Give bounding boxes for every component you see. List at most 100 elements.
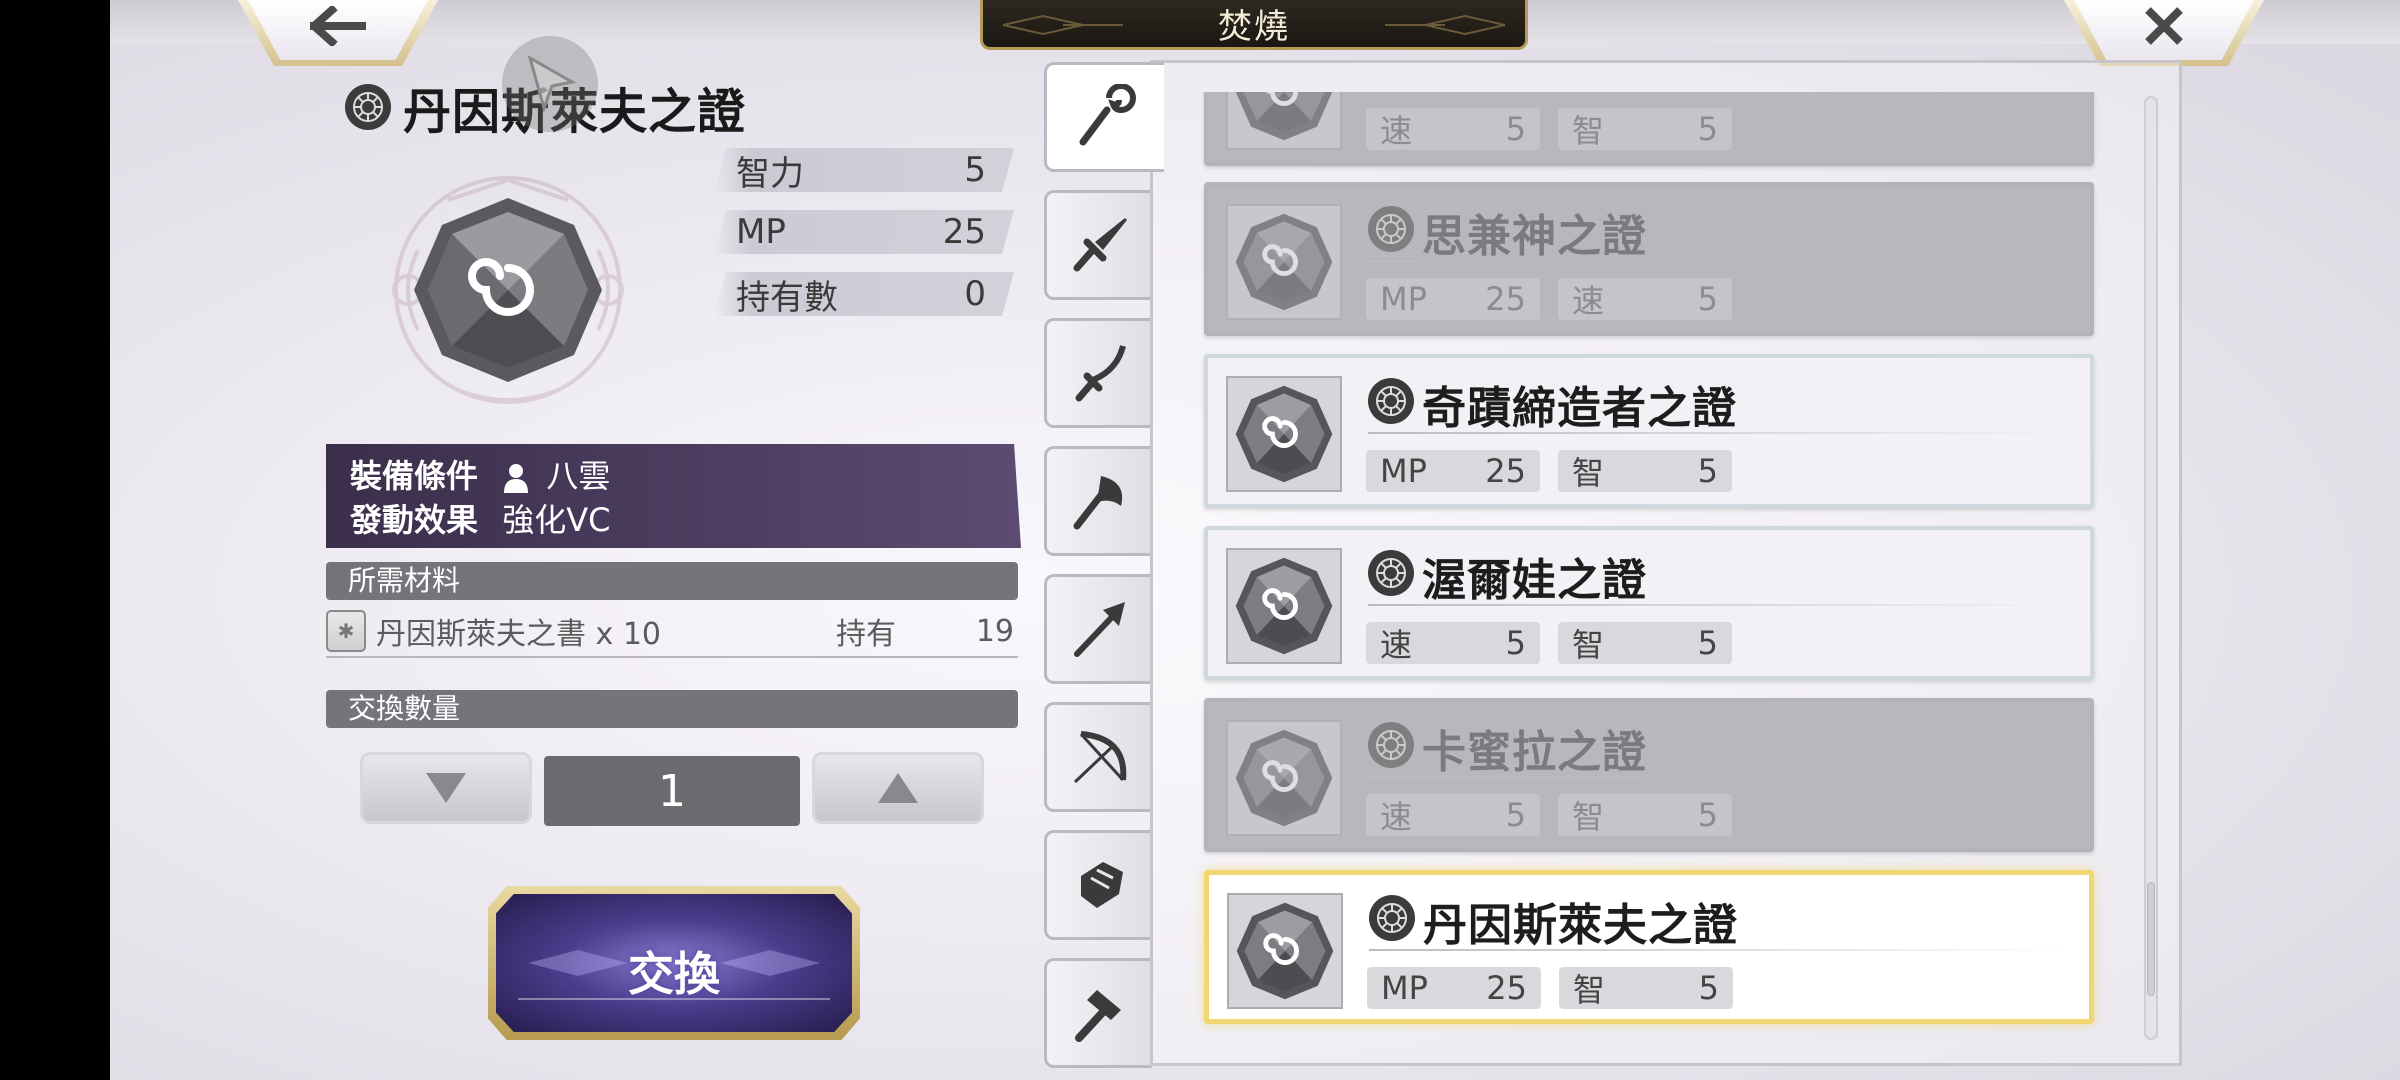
stat-label: MP [1381,969,1428,1007]
exchange-button[interactable]: 交換 [488,886,860,1040]
item-gem-icon [1226,204,1342,320]
increase-quantity-button[interactable] [812,752,984,824]
item-list[interactable]: 速5 智5 思兼神之證 MP 25 速5 奇蹟締造者之證 MP 25 智 5 渥… [1190,92,2110,1044]
materials-header: 所需材料 [326,562,1018,600]
stat-pill: MP 25 [1367,967,1541,1009]
stat-value: 5 [1505,796,1526,834]
decrease-quantity-button[interactable] [360,752,532,824]
divider [1368,604,2068,606]
tab-fist[interactable] [1044,830,1152,940]
equip-condition-label: 裝備條件 [350,457,479,495]
stat-pill: 智5 [1558,108,1732,150]
item-gem-icon [1226,548,1342,664]
list-item-name: 奇蹟締造者之證 [1422,383,1737,434]
left-arrow-icon [238,4,438,56]
stat-value: 5 [1698,969,1719,1007]
list-item-name: 思兼神之證 [1422,211,1647,262]
list-item[interactable]: 卡蜜拉之證 速5 智5 [1204,698,2094,852]
list-item[interactable]: 奇蹟締造者之證 MP 25 智5 [1204,354,2094,508]
list-item[interactable]: 丹因斯萊夫之證 MP 25 智5 [1204,870,2094,1024]
item-gem-icon [1226,92,1342,150]
title-ornament-icon [1385,14,1505,36]
divider [1368,260,2068,262]
equip-condition-value: 八雲 [546,457,611,495]
equip-info-box: 裝備條件 八雲 發動效果 強化VC [326,444,1021,548]
stat-pill: 速5 [1366,108,1540,150]
list-item-name: 丹因斯萊夫之證 [1423,900,1738,951]
material-name: 丹因斯萊夫之書 x 10 [376,617,661,652]
divider [1368,432,2068,434]
tab-katana[interactable] [1044,318,1152,428]
fist-icon [1080,862,1123,908]
stat-value: 5 [964,150,986,190]
stat-mp: MP 25 [714,210,1014,254]
list-item-name: 渥爾娃之證 [1422,555,1647,606]
title-ornament-icon [1003,14,1123,36]
stat-pill: 速5 [1366,794,1540,836]
katana-icon [1075,345,1126,402]
stat-value: 25 [1485,280,1526,318]
scrollbar-thumb[interactable] [2147,882,2155,996]
screen-title-plate: 焚燒 [980,0,1528,50]
divider [1368,776,2068,778]
tab-staff[interactable] [1044,62,1164,172]
effect-label: 發動效果 [350,501,479,539]
stat-value: 0 [964,274,986,314]
stat-label: 智 [1573,971,1606,1009]
screen-title: 焚燒 [1218,7,1290,47]
stat-pill: 速5 [1366,622,1540,664]
stat-int: 智力 5 [714,148,1014,192]
list-scrollbar[interactable] [2144,96,2158,1040]
stat-value: 5 [1697,280,1718,318]
seal-emblem-icon [1368,378,1414,424]
stat-value: 5 [1697,452,1718,490]
list-item[interactable]: 渥爾娃之證 速5 智5 [1204,526,2094,680]
stat-pill: 智5 [1558,450,1732,492]
stat-value: 25 [1486,969,1527,1007]
stat-label: 速 [1380,798,1413,836]
stat-label: 速 [1572,282,1605,320]
stat-label: MP [1380,452,1427,490]
stat-pill: 速5 [1558,278,1732,320]
tab-sword[interactable] [1044,190,1152,300]
stat-value: 5 [1697,110,1718,148]
stat-pill: 智5 [1558,794,1732,836]
divider [1369,949,2069,951]
material-owned-label: 持有 [836,617,896,652]
back-button[interactable] [238,0,438,66]
triangle-down-icon [426,773,466,803]
quantity-header: 交換數量 [326,690,1018,728]
seal-emblem-icon [1368,206,1414,252]
effect-value: 強化VC [502,501,611,539]
stat-label: MP [1380,280,1427,318]
quantity-value: 1 [544,756,800,826]
tab-hammer[interactable] [1044,958,1152,1068]
stat-label: 速 [1380,626,1413,664]
axe-icon [1073,476,1122,530]
stat-label: 智 [1572,626,1605,664]
hammer-icon [1074,990,1121,1042]
tab-bow[interactable] [1044,702,1152,812]
sword-icon [1073,218,1127,272]
stat-pill: 智5 [1558,622,1732,664]
stat-pill: MP 25 [1366,450,1540,492]
staff-icon [1079,84,1136,146]
item-gem-icon [392,176,624,404]
tab-axe[interactable] [1044,446,1152,556]
close-button[interactable] [2064,0,2264,66]
bow-icon [1073,731,1126,784]
stat-label: 智 [1572,112,1605,150]
touch-indicator [502,36,598,132]
book-icon: ✱ [326,610,366,652]
stat-value: 5 [1505,110,1526,148]
seal-emblem-icon [1368,550,1414,596]
stat-label: 智 [1572,454,1605,492]
tab-spear[interactable] [1044,574,1152,684]
list-item[interactable]: 思兼神之證 MP 25 速5 [1204,182,2094,336]
stat-label: 速 [1380,112,1413,150]
person-icon [504,464,529,493]
stat-pill: 智5 [1559,967,1733,1009]
material-owned-value: 19 [975,613,1014,649]
seal-emblem-icon [345,84,391,130]
list-item[interactable]: 速5 智5 [1204,92,2094,166]
